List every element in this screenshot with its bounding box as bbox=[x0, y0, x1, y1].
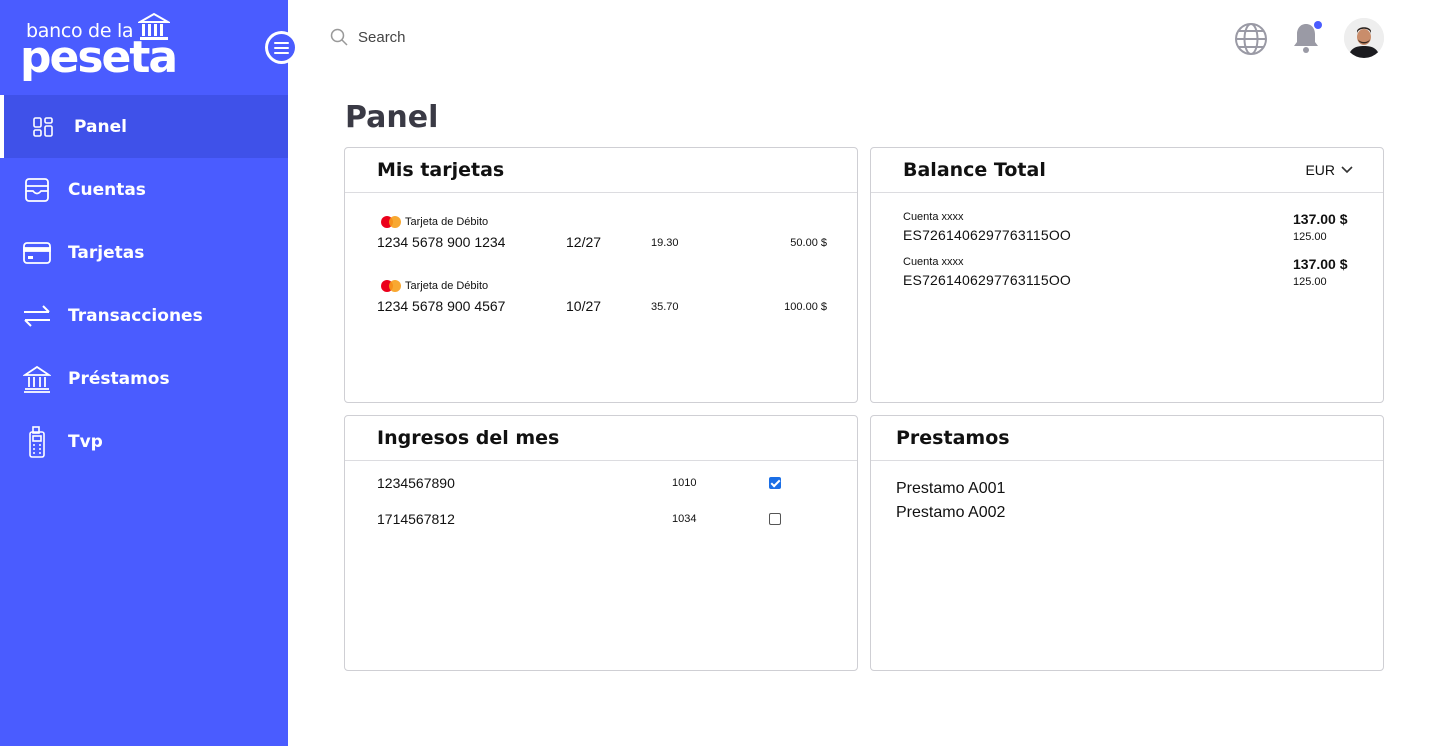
cards-panel: Mis tarjetas Tarjeta de Débito 1234 5678… bbox=[344, 147, 858, 403]
sidebar-item-transacciones[interactable]: Transacciones bbox=[0, 284, 288, 347]
card-expiry: 12/27 bbox=[566, 234, 602, 250]
income-checkbox[interactable] bbox=[769, 477, 781, 489]
card-amount: 35.70 bbox=[651, 301, 679, 313]
card-header: Prestamos bbox=[871, 416, 1383, 461]
wallet-icon bbox=[22, 175, 52, 205]
notification-dot bbox=[1314, 21, 1322, 29]
balance-panel: Balance Total EUR Cuenta xxxx ES72614062… bbox=[870, 147, 1384, 403]
mastercard-icon bbox=[381, 280, 401, 292]
currency-select[interactable]: EUR bbox=[1305, 162, 1353, 178]
sidebar-item-prestamos[interactable]: Préstamos bbox=[0, 347, 288, 410]
pos-terminal-icon bbox=[22, 425, 52, 458]
card-header: Mis tarjetas bbox=[345, 148, 857, 193]
card-row[interactable]: Tarjeta de Débito 1234 5678 900 1234 12/… bbox=[377, 216, 827, 256]
income-value: 1010 bbox=[672, 477, 697, 489]
card-type: Tarjeta de Débito bbox=[381, 216, 488, 228]
user-avatar-icon bbox=[1344, 18, 1384, 58]
loans-panel: Prestamos Prestamo A001 Prestamo A002 bbox=[870, 415, 1384, 671]
sidebar-item-label: Transacciones bbox=[68, 305, 203, 326]
income-id: 1714567812 bbox=[377, 511, 455, 527]
loan-item[interactable]: Prestamo A002 bbox=[896, 504, 1005, 522]
sidebar-item-tarjetas[interactable]: Tarjetas bbox=[0, 221, 288, 284]
sidebar-nav: Panel Cuentas Tarjetas Transacciones Pré… bbox=[0, 95, 288, 473]
currency-value: EUR bbox=[1305, 162, 1335, 178]
card-header: Ingresos del mes bbox=[345, 416, 857, 461]
card-type: Tarjeta de Débito bbox=[381, 280, 488, 292]
card-title: Prestamos bbox=[896, 427, 1010, 449]
card-number: 1234 5678 900 1234 bbox=[377, 234, 506, 250]
page-title: Panel bbox=[345, 100, 439, 135]
account-iban: ES7261406297763115OO bbox=[903, 272, 1071, 288]
avatar[interactable] bbox=[1344, 18, 1384, 58]
sidebar-item-label: Panel bbox=[74, 116, 127, 137]
loan-item[interactable]: Prestamo A001 bbox=[896, 480, 1005, 498]
dashboard-icon bbox=[28, 112, 58, 142]
sidebar-item-label: Cuentas bbox=[68, 179, 146, 200]
globe-icon[interactable] bbox=[1234, 22, 1268, 56]
search-icon bbox=[330, 28, 348, 46]
income-checkbox[interactable] bbox=[769, 513, 781, 525]
income-value: 1034 bbox=[672, 513, 697, 525]
search-input[interactable]: Search bbox=[358, 29, 406, 46]
card-header: Balance Total EUR bbox=[871, 148, 1383, 193]
list-item: 1234567890 1010 bbox=[377, 475, 797, 495]
hamburger-icon bbox=[268, 34, 295, 61]
account-total: 137.00 $ bbox=[1293, 211, 1348, 227]
list-item: 1714567812 1034 bbox=[377, 511, 797, 531]
bank-logo-icon bbox=[138, 12, 170, 40]
menu-toggle-button[interactable] bbox=[265, 31, 298, 64]
card-expiry: 10/27 bbox=[566, 298, 602, 314]
income-id: 1234567890 bbox=[377, 475, 455, 491]
account-subtotal: 125.00 bbox=[1293, 231, 1327, 243]
sidebar-item-panel[interactable]: Panel bbox=[0, 95, 288, 158]
account-subtotal: 125.00 bbox=[1293, 276, 1327, 288]
sidebar-item-cuentas[interactable]: Cuentas bbox=[0, 158, 288, 221]
top-actions bbox=[1234, 18, 1384, 60]
card-balance: 100.00 $ bbox=[784, 301, 827, 313]
search-bar[interactable]: Search bbox=[330, 28, 406, 46]
account-label: Cuenta xxxx bbox=[903, 211, 964, 223]
card-type-label: Tarjeta de Débito bbox=[405, 280, 489, 292]
credit-card-icon bbox=[22, 238, 52, 268]
sidebar: banco de la peseta Panel Cuentas Tarjeta… bbox=[0, 0, 298, 746]
card-amount: 19.30 bbox=[651, 237, 679, 249]
account-row[interactable]: Cuenta xxxx ES7261406297763115OO 137.00 … bbox=[903, 211, 1353, 251]
sidebar-item-tvp[interactable]: Tvp bbox=[0, 410, 288, 473]
account-label: Cuenta xxxx bbox=[903, 256, 964, 268]
bank-icon bbox=[22, 364, 52, 394]
sidebar-item-label: Préstamos bbox=[68, 368, 170, 389]
account-total: 137.00 $ bbox=[1293, 256, 1348, 272]
sidebar-item-label: Tarjetas bbox=[68, 242, 145, 263]
card-row[interactable]: Tarjeta de Débito 1234 5678 900 4567 10/… bbox=[377, 280, 827, 320]
card-balance: 50.00 $ bbox=[790, 237, 827, 249]
account-iban: ES7261406297763115OO bbox=[903, 227, 1071, 243]
sidebar-item-label: Tvp bbox=[68, 431, 103, 452]
card-title: Ingresos del mes bbox=[377, 427, 560, 449]
card-title: Mis tarjetas bbox=[377, 159, 505, 181]
transfer-arrows-icon bbox=[22, 301, 52, 331]
card-number: 1234 5678 900 4567 bbox=[377, 298, 506, 314]
income-panel: Ingresos del mes 1234567890 1010 1714567… bbox=[344, 415, 858, 671]
account-row[interactable]: Cuenta xxxx ES7261406297763115OO 137.00 … bbox=[903, 256, 1353, 296]
card-title: Balance Total bbox=[903, 159, 1046, 181]
chevron-down-icon bbox=[1341, 166, 1353, 174]
card-type-label: Tarjeta de Débito bbox=[405, 216, 489, 228]
mastercard-icon bbox=[381, 216, 401, 228]
